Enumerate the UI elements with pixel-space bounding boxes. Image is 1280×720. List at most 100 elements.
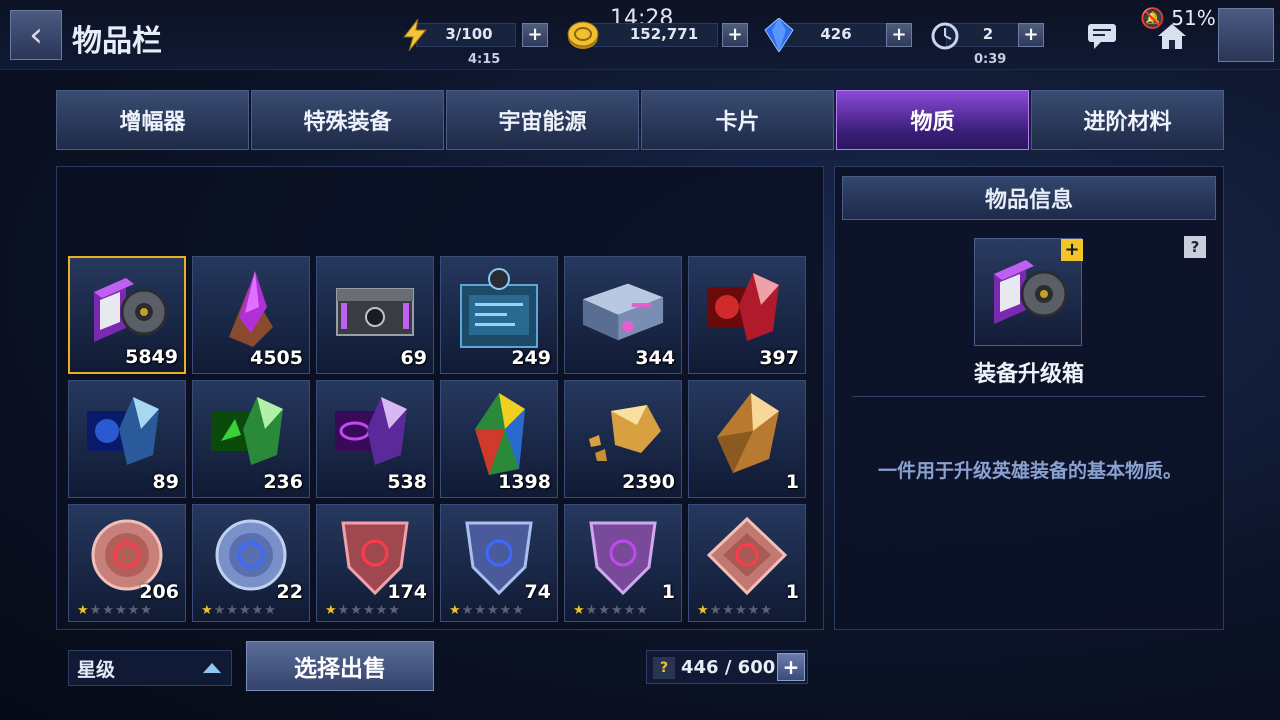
inventory-slot[interactable]: 74 ★★★★★★ — [440, 504, 558, 622]
crystal-value: 426 — [820, 25, 852, 43]
selected-item-description: 一件用于升级英雄装备的基本物质。 — [877, 460, 1182, 482]
inventory-slot[interactable]: 1398 — [440, 380, 558, 498]
inventory-slot[interactable]: 236 — [192, 380, 310, 498]
item-count: 5849 — [125, 346, 178, 368]
top-bar: ‹ 物品栏 14:28 3/100 + 4:15 152,771 + 426 +… — [0, 0, 1280, 70]
violet-crystal-icon — [331, 389, 419, 477]
rainbow-crystal-icon — [455, 389, 543, 477]
gold-plus-button[interactable]: + — [722, 23, 748, 47]
item-count: 249 — [511, 347, 551, 369]
star-rating: ★★★★★★ — [201, 603, 277, 618]
tab-cards[interactable]: 卡片 — [641, 90, 834, 150]
item-count: 344 — [635, 347, 675, 369]
inventory-slot[interactable]: 5849 — [68, 256, 186, 374]
gold-nugget-icon — [579, 389, 667, 477]
chest-icon — [331, 265, 419, 353]
add-item-button[interactable]: + — [1061, 239, 1083, 261]
inventory-slot[interactable]: 1 ★★★★★★ — [564, 504, 682, 622]
energy-timer: 4:15 — [468, 52, 501, 67]
inventory-slot[interactable]: 1 — [688, 380, 806, 498]
item-count: 22 — [276, 581, 303, 603]
item-count: 2390 — [622, 471, 675, 493]
item-count: 206 — [139, 581, 179, 603]
inventory-slot[interactable]: 397 — [688, 256, 806, 374]
tab-amplifier[interactable]: 增幅器 — [56, 90, 249, 150]
energy-value: 3/100 — [445, 25, 493, 43]
lightning-icon — [398, 18, 432, 52]
gold-crystal-icon — [703, 389, 791, 477]
inventory-slot[interactable]: 22 ★★★★★★ — [192, 504, 310, 622]
inventory-slot[interactable]: 249 — [440, 256, 558, 374]
purple-shield-icon — [579, 513, 667, 601]
inventory-slot[interactable]: 206 ★★★★★★ — [68, 504, 186, 622]
timer-token-icon — [928, 18, 962, 52]
capacity-value: 446 / 600 — [681, 657, 776, 678]
star-rating: ★★★★★★ — [449, 603, 525, 618]
divider — [852, 396, 1206, 397]
sort-dropdown[interactable]: 星级 — [68, 650, 232, 686]
blue-crystal-currency-icon — [762, 18, 796, 52]
blue-crystal-icon — [83, 389, 171, 477]
item-count: 89 — [152, 471, 179, 493]
selected-item-name: 装备升级箱 — [973, 362, 1084, 387]
chevron-left-icon: ‹ — [29, 15, 43, 55]
selected-item-preview: + — [974, 238, 1083, 346]
tab-advanced-materials[interactable]: 进阶材料 — [1031, 90, 1224, 150]
inventory-capacity: ? 446 / 600 + — [646, 650, 808, 684]
page-title: 物品栏 — [72, 24, 162, 59]
red-crystal-icon — [703, 265, 791, 353]
ticket-resource: 2 + 0:39 — [928, 18, 1046, 67]
inventory-slot[interactable]: 538 — [316, 380, 434, 498]
crystal-resource: 426 + — [762, 18, 912, 52]
item-info-panel — [834, 166, 1224, 630]
tab-cosmic-energy[interactable]: 宇宙能源 — [446, 90, 639, 150]
help-button[interactable]: ? — [1184, 236, 1206, 258]
inventory-slot[interactable]: 1 ★★★★★★ — [688, 504, 806, 622]
energy-plus-button[interactable]: + — [522, 23, 548, 47]
energy-resource: 3/100 + 4:15 — [398, 18, 550, 67]
bell-muted-icon: 🔕 — [1140, 6, 1165, 30]
gold-value: 152,771 — [629, 25, 699, 43]
item-info-heading: 物品信息 — [842, 176, 1216, 220]
ticket-plus-button[interactable]: + — [1018, 23, 1044, 47]
inventory-slot[interactable]: 2390 — [564, 380, 682, 498]
item-count: 74 — [524, 581, 551, 603]
battery-status: 🔕 51% — [1140, 6, 1216, 30]
battery-percent: 51% — [1171, 6, 1216, 30]
expand-capacity-button[interactable]: + — [777, 653, 805, 681]
green-crystal-icon — [207, 389, 295, 477]
triangle-up-icon — [203, 663, 221, 673]
item-count: 1 — [785, 581, 799, 603]
item-count: 538 — [387, 471, 427, 493]
star-rating: ★★★★★★ — [573, 603, 649, 618]
item-count: 1398 — [498, 471, 551, 493]
gold-coin-icon — [566, 18, 600, 52]
red-diamond-icon — [703, 513, 791, 601]
case-icon — [579, 265, 667, 353]
inventory-slot[interactable]: 174 ★★★★★★ — [316, 504, 434, 622]
star-rating: ★★★★★★ — [77, 603, 153, 618]
menu-button[interactable] — [1218, 8, 1274, 62]
capacity-help-button[interactable]: ? — [653, 657, 675, 679]
item-count: 236 — [263, 471, 303, 493]
sort-label: 星级 — [77, 658, 116, 681]
inventory-slot[interactable]: 4505 — [192, 256, 310, 374]
item-count: 1 — [785, 471, 799, 493]
tab-materials[interactable]: 物质 — [836, 90, 1029, 150]
inventory-slot[interactable]: 69 — [316, 256, 434, 374]
crystal-plus-button[interactable]: + — [886, 23, 912, 47]
gear-box-icon — [84, 266, 172, 354]
chat-icon[interactable] — [1082, 18, 1122, 54]
tab-special-gear[interactable]: 特殊装备 — [251, 90, 444, 150]
back-button[interactable]: ‹ — [10, 10, 62, 60]
item-count: 69 — [400, 347, 427, 369]
star-rating: ★★★★★★ — [697, 603, 773, 618]
inventory-slot[interactable]: 89 — [68, 380, 186, 498]
ticket-timer: 0:39 — [974, 52, 1007, 67]
gold-resource: 152,771 + — [566, 20, 750, 50]
inventory-grid: 5849 4505 69 249 344 397 89 236 538 1398… — [68, 256, 806, 622]
select-sell-button[interactable]: 选择出售 — [246, 641, 434, 691]
inventory-slot[interactable]: 344 — [564, 256, 682, 374]
star-rating: ★★★★★★ — [325, 603, 401, 618]
data-device-icon — [455, 265, 543, 353]
